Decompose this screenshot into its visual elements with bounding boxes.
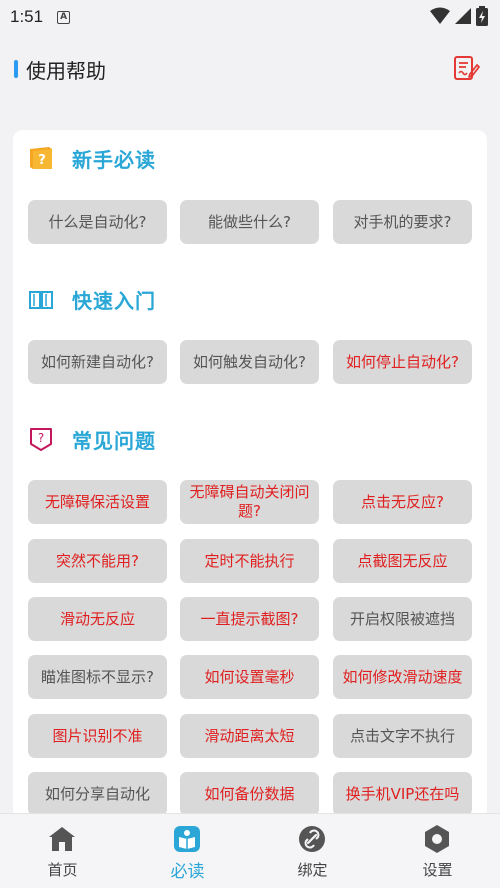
button-label: 如何分享自动化 [44,784,150,803]
nav-label: 首页 [47,861,78,879]
help-item-button[interactable]: 如何触发自动化? [180,340,319,384]
button-label: 如何修改滑动速度 [342,667,463,686]
bottom-nav: 首页 必读 绑定 设置 [0,813,500,888]
status-time: 1:51 [10,7,44,26]
help-item-button[interactable]: 点击文字不执行 [333,714,472,758]
svg-text:?: ? [38,431,44,445]
button-label: 点击文字不执行 [349,726,455,745]
page-header: 使用帮助 [0,40,500,96]
help-item-button[interactable]: 点击无反应? [333,480,472,524]
nav-bind[interactable]: 绑定 [250,814,375,888]
button-label: 如何新建自动化? [41,352,154,371]
nav-label: 必读 [170,862,205,882]
help-item-button[interactable]: 如何分享自动化 [28,772,167,816]
book-orange-icon: ? [30,147,52,169]
nav-label: 设置 [422,861,453,879]
help-item-button[interactable]: 滑动无反应 [28,597,167,641]
help-item-button[interactable]: 能做些什么? [180,200,319,244]
help-item-button[interactable]: 无障碍保活设置 [28,480,167,524]
button-label: 如何备份数据 [204,784,295,803]
svg-text:?: ? [38,153,46,168]
button-label: 一直提示截图? [200,609,299,628]
button-label: 定时不能执行 [204,551,295,570]
notification-a-icon: A [57,10,71,24]
help-item-button[interactable]: 突然不能用? [28,539,167,583]
status-icons [430,6,488,26]
help-item-button[interactable]: 如何修改滑动速度 [333,655,472,699]
button-label: 无障碍保活设置 [44,492,150,511]
help-item-button[interactable]: 图片识别不准 [28,714,167,758]
help-item-button[interactable]: 滑动距离太短 [180,714,319,758]
section-beginner: ? 新手必读 [28,143,156,173]
wifi-icon [430,7,450,24]
status-bar: 1:51 A [0,0,500,34]
button-label: 开启权限被遮挡 [349,609,455,628]
button-label: 滑动无反应 [59,609,135,628]
button-label: 瞄准图标不显示? [41,667,154,686]
battery-icon [476,6,488,26]
button-label: 突然不能用? [56,551,139,570]
button-label: 图片识别不准 [52,726,143,745]
section-quickstart: 快速入门 [28,284,156,314]
section-title: 新手必读 [72,147,156,172]
read-icon [174,826,200,852]
question-badge-icon: ? [30,428,52,451]
button-label: 如何停止自动化? [346,352,459,371]
button-label: 点截图无反应 [357,551,448,570]
link-icon [299,826,325,852]
section-title: 快速入门 [72,288,156,313]
button-label: 对手机的要求? [353,212,452,231]
help-item-button[interactable]: 如何停止自动化? [333,340,472,384]
help-card: ? 新手必读 什么是自动化? 能做些什么? 对手机的要求? 快速入门 如何新建自… [13,130,487,820]
help-item-button[interactable]: 什么是自动化? [28,200,167,244]
help-item-button[interactable]: 如何备份数据 [180,772,319,816]
open-book-icon [29,291,53,309]
section-faq: ? 常见问题 [28,424,156,454]
nav-read[interactable]: 必读 [125,814,250,888]
nav-home[interactable]: 首页 [0,814,125,888]
button-label: 如何触发自动化? [193,352,306,371]
button-label: 如何设置毫秒 [204,667,295,686]
help-item-button[interactable]: 对手机的要求? [333,200,472,244]
help-item-button[interactable]: 如何设置毫秒 [180,655,319,699]
signal-icon [455,8,471,24]
settings-icon [425,825,449,853]
button-label: 什么是自动化? [48,212,147,231]
button-label: 点击无反应? [361,492,444,511]
help-item-button[interactable]: 如何新建自动化? [28,340,167,384]
home-icon [49,827,75,851]
button-label: 换手机VIP还在吗 [345,784,460,803]
help-item-button[interactable]: 换手机VIP还在吗 [333,772,472,816]
help-item-button[interactable]: 一直提示截图? [180,597,319,641]
nav-label: 绑定 [297,861,328,879]
nav-settings[interactable]: 设置 [375,814,500,888]
section-title: 常见问题 [72,428,156,453]
edit-note-icon[interactable] [452,54,480,82]
help-item-button[interactable]: 定时不能执行 [180,539,319,583]
page-title: 使用帮助 [26,59,106,83]
help-item-button[interactable]: 开启权限被遮挡 [333,597,472,641]
button-label: 无障碍自动关闭问题? [189,483,310,520]
button-label: 能做些什么? [208,212,291,231]
title-accent-bar [14,60,18,78]
help-item-button[interactable]: 无障碍自动关闭问题? [180,480,319,524]
help-item-button[interactable]: 瞄准图标不显示? [28,655,167,699]
button-label: 滑动距离太短 [204,726,295,745]
help-item-button[interactable]: 点截图无反应 [333,539,472,583]
